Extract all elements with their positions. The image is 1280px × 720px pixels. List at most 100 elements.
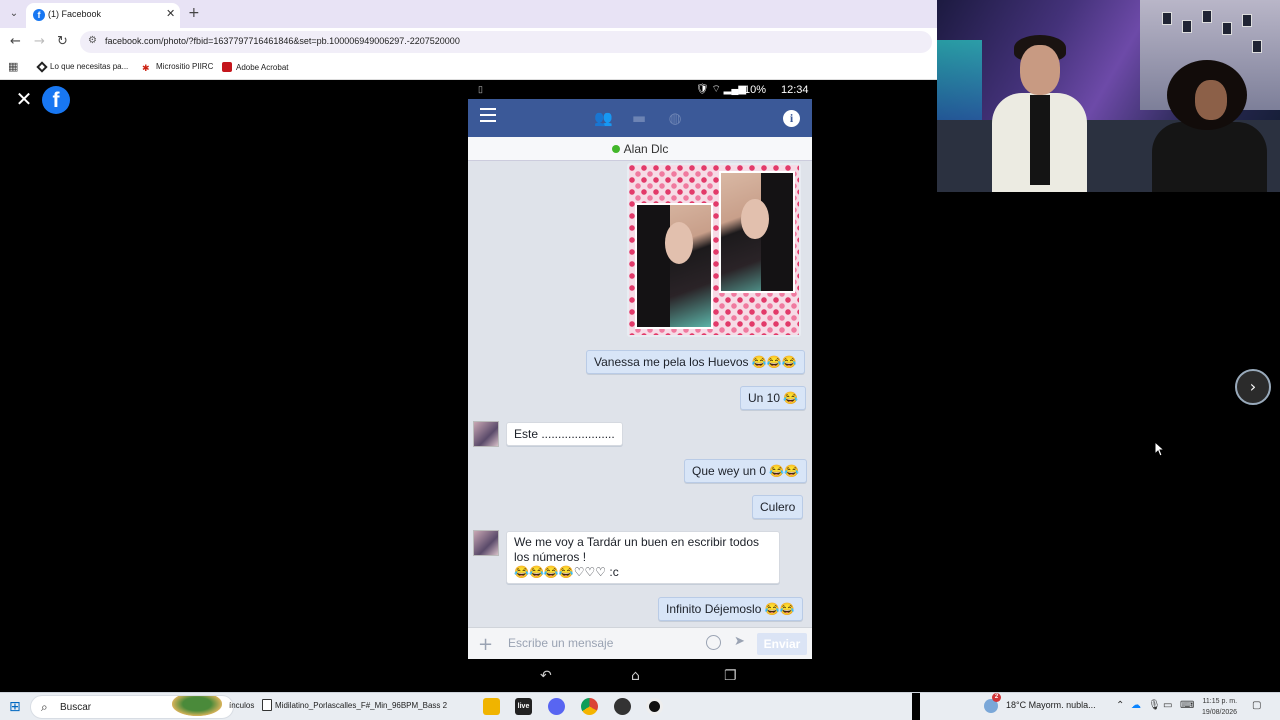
bookmark-item[interactable]: Lo que necesitas pa... — [36, 61, 129, 73]
friends-icon[interactable]: 👥 — [594, 109, 613, 127]
wall-poster — [1182, 20, 1192, 33]
message-bubble-sent[interactable]: Vanessa me pela los Huevos 😂😂😂 — [586, 350, 805, 374]
search-highlight-image — [172, 696, 222, 716]
status-time: 12:34 — [781, 84, 809, 96]
keyboard-icon[interactable]: ⌨ — [1180, 700, 1194, 711]
emoji-icon[interactable] — [706, 635, 721, 650]
taskbar-divider — [912, 693, 920, 720]
messenger-header: 👥 ▬ ◍ i — [468, 99, 812, 137]
message-text: 😂😂😂😂♡♡♡ :c — [514, 565, 619, 579]
back-arrow-icon[interactable]: ← — [10, 34, 21, 49]
site-info-icon[interactable]: ⚙ — [88, 35, 97, 46]
bookmark-label: Adobe Acrobat — [236, 63, 289, 72]
taskbar-window-title[interactable]: Midilatino_Porlascalles_F#_Min_96BPM_Bas… — [275, 701, 447, 710]
file-explorer-icon[interactable] — [483, 698, 500, 715]
hamburger-menu-icon[interactable] — [480, 108, 496, 122]
streamer-person — [992, 35, 1087, 192]
tab-title: (1) Facebook — [48, 9, 102, 19]
chevron-right-icon: › — [1249, 377, 1257, 396]
battery-level: 10% — [744, 84, 767, 96]
contact-avatar[interactable] — [473, 421, 499, 447]
notification-icon: ▯ — [478, 84, 483, 94]
guest-person — [1147, 60, 1267, 192]
wall-poster — [1202, 10, 1212, 23]
selfie-photo — [719, 171, 795, 293]
conversation-header: Alan Dlc — [468, 137, 812, 161]
bookmark-item[interactable]: ✱ Micrositio PIIRC — [142, 62, 213, 73]
android-navigation-bar: ↶ ⌂ ❐ — [468, 664, 812, 690]
wall-poster — [1252, 40, 1262, 53]
back-icon[interactable]: ↶ — [540, 668, 552, 684]
selfie-photo — [635, 203, 713, 329]
recents-icon[interactable]: ❐ — [724, 668, 737, 684]
contact-name: Alan Dlc — [623, 142, 669, 156]
facebook-logo-icon[interactable]: f — [42, 86, 70, 114]
clock-time: 11:15 p. m. — [1202, 698, 1238, 705]
tab-strip: ⌄ f (1) Facebook ✕ + — [0, 0, 937, 28]
webcam-overlay — [937, 0, 1280, 192]
search-icon: ⌕ — [41, 700, 48, 714]
message-composer: + Escribe un mensaje ➤ Enviar — [468, 627, 812, 659]
address-url: facebook.com/photo/?fbid=163779771646184… — [105, 36, 460, 46]
app-icon[interactable] — [646, 698, 663, 715]
forward-arrow-icon[interactable]: → — [34, 34, 45, 49]
photo-message[interactable] — [627, 163, 801, 337]
tab-facebook[interactable]: f (1) Facebook ✕ — [26, 3, 180, 28]
android-status-bar: ▯ 🛡 ⌔ ▂▄▆ 10% 12:34 — [468, 81, 812, 99]
send-button[interactable]: Enviar — [757, 633, 807, 655]
new-tab-plus-icon[interactable]: + — [188, 5, 200, 21]
next-photo-button[interactable]: › — [1235, 369, 1271, 405]
message-bubble-sent[interactable]: Culero — [752, 495, 804, 519]
message-bubble-sent[interactable]: Infinito Déjemoslo 😂😂 — [658, 597, 803, 621]
online-status-icon — [611, 145, 620, 153]
windows-taskbar: ⊞ ⌕ Buscar ínculos Midilatino_Porlascall… — [0, 692, 1280, 720]
bookmark-label: Lo que necesitas pa... — [50, 62, 129, 71]
phone-screenshot: ▯ 🛡 ⌔ ▂▄▆ 10% 12:34 👥 ▬ ◍ i Alan Dlc Van… — [468, 81, 812, 659]
message-bubble-received[interactable]: We me voy a Tardár un buen en escribir t… — [506, 531, 780, 584]
acrobat-icon — [222, 62, 232, 72]
message-text: We me voy a Tardár un buen en escribir t… — [514, 535, 760, 564]
close-viewer-icon[interactable]: ✕ — [13, 88, 35, 110]
microphone-icon[interactable]: 🎙 — [1148, 700, 1161, 711]
onedrive-icon[interactable]: ☁ — [1131, 700, 1141, 711]
chevron-up-icon[interactable]: ⌃ — [1116, 700, 1124, 711]
info-icon[interactable]: i — [783, 110, 800, 127]
rgb-light — [937, 40, 982, 130]
tab-search-chevron-icon[interactable]: ⌄ — [6, 6, 22, 22]
bookmarks-bar: ▦ Lo que necesitas pa... ✱ Micrositio PII… — [0, 56, 937, 80]
globe-icon[interactable]: ◍ — [666, 109, 684, 127]
message-input[interactable]: Escribe un mensaje — [508, 636, 613, 650]
chrome-icon[interactable] — [581, 698, 598, 715]
wall-poster — [1222, 22, 1232, 35]
weather-badge: 2 — [992, 693, 1001, 702]
obs-icon[interactable] — [614, 698, 631, 715]
message-bubble-received[interactable]: Este ...................... — [506, 422, 623, 446]
discord-icon[interactable] — [548, 698, 565, 715]
search-label: Buscar — [60, 702, 92, 713]
diamond-logo-icon — [36, 61, 48, 73]
location-arrow-icon[interactable]: ➤ — [734, 634, 745, 649]
contact-avatar[interactable] — [473, 530, 499, 556]
seal-logo-icon: ✱ — [142, 63, 150, 73]
message-bubble-sent[interactable]: Que wey un 0 😂😂 — [684, 459, 808, 483]
bookmark-item[interactable]: Adobe Acrobat — [222, 62, 288, 72]
apps-grid-icon[interactable]: ▦ — [8, 60, 18, 73]
add-attachment-icon[interactable]: + — [478, 634, 493, 655]
taskbar-clock[interactable]: 11:15 p. m. 19/08/2026 — [1202, 696, 1237, 718]
signal-icons: 🛡 ⌔ ▂▄▆ — [696, 84, 747, 95]
address-bar[interactable]: ⚙ facebook.com/photo/?fbid=1637797716461… — [80, 31, 932, 53]
facebook-favicon-icon: f — [33, 9, 45, 21]
weather-text[interactable]: 18°C Mayorm. nubla... — [1006, 700, 1096, 710]
window-icon — [262, 699, 272, 711]
messages-icon[interactable]: ▬ — [630, 109, 648, 127]
message-bubble-sent[interactable]: Un 10 😂 — [740, 386, 807, 410]
windows-start-icon[interactable]: ⊞ — [9, 699, 21, 715]
reload-icon[interactable]: ↻ — [57, 34, 68, 49]
home-icon[interactable]: ⌂ — [631, 668, 640, 684]
tab-close-icon[interactable]: ✕ — [166, 7, 175, 20]
network-icon[interactable]: ▭ — [1163, 700, 1172, 711]
ableton-live-icon[interactable]: live — [515, 698, 532, 715]
notifications-icon[interactable]: ▢ — [1252, 700, 1261, 711]
wall-poster — [1242, 14, 1252, 27]
weather-icon: 2 — [984, 693, 1001, 713]
